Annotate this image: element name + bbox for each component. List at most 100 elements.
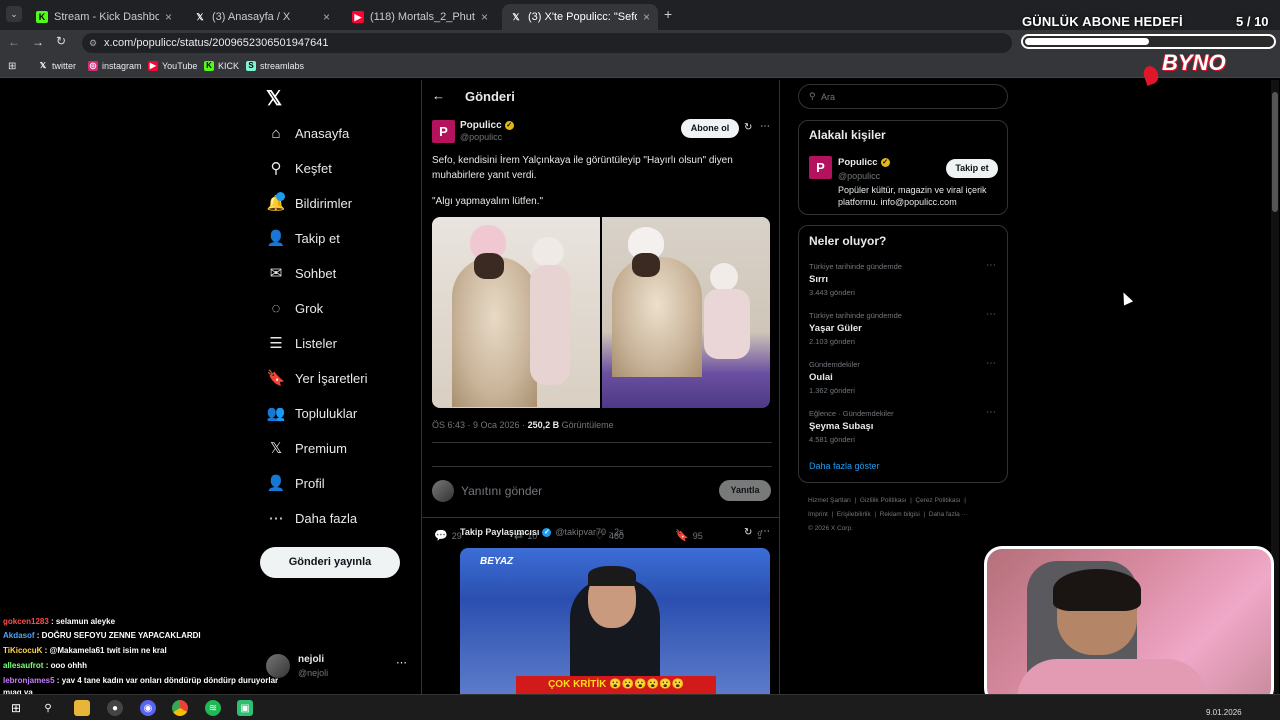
- account-name: nejoli: [298, 654, 325, 665]
- reply-video[interactable]: BEYAZ ÇOK KRİTİK 😮😮😮😮😮😮: [460, 548, 770, 694]
- nav-item-profil[interactable]: 👤 Profil: [267, 474, 325, 492]
- nav-item-listeler[interactable]: ☰ Listeler: [267, 334, 337, 352]
- webcam-frame: [984, 546, 1274, 706]
- bookmark-twitter[interactable]: 𝕏twitter: [38, 61, 76, 71]
- more-icon[interactable]: ⋯: [986, 407, 996, 418]
- grok-icon[interactable]: ↻: [744, 122, 752, 133]
- close-icon[interactable]: ×: [165, 10, 172, 24]
- nav-item-sohbet[interactable]: ✉ Sohbet: [267, 264, 337, 282]
- sub-goal-count: 5 / 10: [1236, 14, 1269, 29]
- reply-author-name[interactable]: Takip Paylaşımcısı ✓ @takipvar70 · 2s: [460, 527, 624, 537]
- reply-button[interactable]: Yanıtla: [719, 480, 771, 501]
- relevant-bio: Popüler kültür, magazin ve viral içerik …: [838, 185, 987, 207]
- apps-icon[interactable]: ⊞: [8, 61, 16, 72]
- address-bar[interactable]: ⚙ x.com/populicc/status/2009652306501947…: [82, 33, 1012, 53]
- back-arrow-icon[interactable]: ←: [432, 88, 445, 103]
- chat-message: allesaufrot : ooo ohhh: [3, 661, 87, 670]
- nav-item-anasayfa[interactable]: ⌂ Anasayfa: [267, 124, 349, 142]
- post-image-left[interactable]: [432, 217, 600, 408]
- trend-count: 3.443 gönderi: [809, 288, 855, 297]
- bookmark-action[interactable]: 🔖 95: [675, 529, 703, 542]
- grok-icon[interactable]: ↻: [744, 527, 752, 538]
- author-name[interactable]: Populicc ✓: [460, 120, 514, 131]
- trend-item[interactable]: Türkiye tarihinde gündemde Sırrı 3.443 gön…: [809, 262, 902, 297]
- post-image-right[interactable]: [602, 217, 770, 408]
- trend-count: 2.103 gönderi: [809, 337, 855, 346]
- bookmark-icon: 🔖: [266, 370, 286, 387]
- nav-item-premium[interactable]: 𝕏 Premium: [267, 439, 347, 457]
- obs-icon[interactable]: ●: [107, 700, 123, 716]
- x-logo-icon[interactable]: 𝕏: [266, 86, 282, 111]
- relevant-title: Alakalı kişiler: [809, 128, 886, 142]
- trend-item[interactable]: Eğlence · Gündemdekiler Şeyma Subaşı 4.581…: [809, 409, 894, 444]
- trends-title: Neler oluyor?: [809, 234, 887, 248]
- more-icon[interactable]: ⋯: [986, 358, 996, 369]
- close-icon[interactable]: ×: [323, 10, 330, 24]
- more-icon[interactable]: ⋯: [986, 309, 996, 320]
- video-caption: ÇOK KRİTİK 😮😮😮😮😮😮: [516, 676, 716, 694]
- chat-username: lebronjames5: [3, 676, 55, 685]
- relevant-avatar[interactable]: P: [809, 156, 832, 179]
- account-switcher[interactable]: nejoli @nejoli ⋯: [266, 652, 411, 682]
- bookmark-instagram[interactable]: ◎ instagram: [88, 61, 142, 71]
- more-icon[interactable]: ⋯: [760, 526, 770, 537]
- search-input[interactable]: ⚲ Ara: [798, 84, 1008, 109]
- bookmark-youtube[interactable]: ▶ YouTube: [148, 61, 197, 71]
- relevant-name[interactable]: Populicc ✓: [838, 157, 890, 168]
- windows-start-icon[interactable]: ⊞: [8, 700, 24, 716]
- app-icon[interactable]: ▣: [237, 700, 253, 716]
- windows-taskbar: ⊞ ⚲ ● ◉ ≋ ▣ 9.01.2026: [0, 694, 1280, 720]
- nav-item-grok[interactable]: ◌ Grok: [267, 299, 324, 317]
- tab-youtube[interactable]: ▶ (118) Mortals_2_Phut_Hon_Fun ×: [344, 4, 496, 30]
- reply-action[interactable]: 💬 29: [434, 529, 462, 542]
- tab-kick-dashboard[interactable]: K Stream - Kick Dashboard ×: [28, 4, 180, 30]
- nav-item-yer-i-şaretleri[interactable]: 🔖 Yer İşaretleri: [267, 369, 368, 387]
- footer-link[interactable]: Çerez Politikası: [915, 497, 960, 504]
- back-icon[interactable]: ←: [8, 35, 20, 49]
- more-icon[interactable]: ⋯: [986, 260, 996, 271]
- forward-icon[interactable]: →: [32, 35, 44, 49]
- tab-search-icon[interactable]: ⌄: [6, 6, 22, 22]
- post-button[interactable]: Gönderi yayınla: [260, 547, 400, 578]
- chat-text: : yav 4 tane kadın var onları döndürüp d…: [54, 676, 279, 685]
- mouse-cursor-icon: [1118, 290, 1134, 306]
- trend-item[interactable]: Gündemdekiler Oulai 1.362 gönderi: [809, 360, 860, 395]
- site-info-icon[interactable]: ⚙: [89, 33, 97, 53]
- youtube-icon: ▶: [148, 61, 158, 71]
- close-icon[interactable]: ×: [643, 10, 650, 24]
- show-more-link[interactable]: Daha fazla göster: [809, 461, 880, 471]
- x-icon: 𝕏: [196, 11, 204, 22]
- more-icon[interactable]: ⋯: [396, 656, 407, 669]
- search-icon[interactable]: ⚲: [40, 700, 56, 716]
- nav-item-keşfet[interactable]: ⚲ Keşfet: [267, 159, 332, 177]
- file-explorer-icon[interactable]: [74, 700, 90, 716]
- new-tab-button[interactable]: +: [664, 6, 672, 22]
- footer-link[interactable]: Gizlilik Politikası: [860, 497, 907, 504]
- subscribe-button[interactable]: Abone ol: [681, 119, 739, 138]
- trend-item[interactable]: Türkiye tarihinde gündemde Yaşar Güler 2.1…: [809, 311, 902, 346]
- footer-link[interactable]: Erişilebilirlik: [837, 511, 871, 518]
- author-avatar[interactable]: P: [432, 120, 455, 143]
- reload-icon[interactable]: ↻: [56, 34, 66, 48]
- footer-link[interactable]: Hizmet Şartları: [808, 497, 851, 504]
- spotify-icon[interactable]: ≋: [205, 700, 221, 716]
- nav-item-daha-fazla[interactable]: ⋯ Daha fazla: [267, 509, 358, 527]
- bookmark-streamlabs[interactable]: Sstreamlabs: [246, 61, 304, 71]
- tab-x-home[interactable]: 𝕏 (3) Anasayfa / X ×: [186, 4, 338, 30]
- nav-item-topluluklar[interactable]: 👥 Topluluklar: [267, 404, 358, 422]
- reply-input[interactable]: Yanıtını gönder: [461, 484, 542, 498]
- nav-item-takip-et[interactable]: 👤 Takip et: [267, 229, 340, 247]
- follow-button[interactable]: Takip et: [946, 159, 998, 178]
- grok-icon: ◌: [271, 299, 281, 317]
- bookmark-kick[interactable]: K KICK: [204, 61, 239, 71]
- more-icon[interactable]: ⋯: [760, 121, 770, 132]
- footer-link[interactable]: Daha fazla ···: [929, 511, 968, 518]
- footer-link[interactable]: Reklam bilgisi: [880, 511, 920, 518]
- footer-link[interactable]: Imprint: [808, 511, 828, 518]
- tab-x-post[interactable]: 𝕏 (3) X'te Populicc: "Sefo, kendisin ×: [502, 4, 658, 30]
- chrome-icon[interactable]: [172, 700, 188, 716]
- trend-name: Yaşar Güler: [809, 323, 862, 334]
- discord-icon[interactable]: ◉: [140, 700, 156, 716]
- view-count: 250,2 B: [527, 420, 560, 430]
- close-icon[interactable]: ×: [481, 10, 488, 24]
